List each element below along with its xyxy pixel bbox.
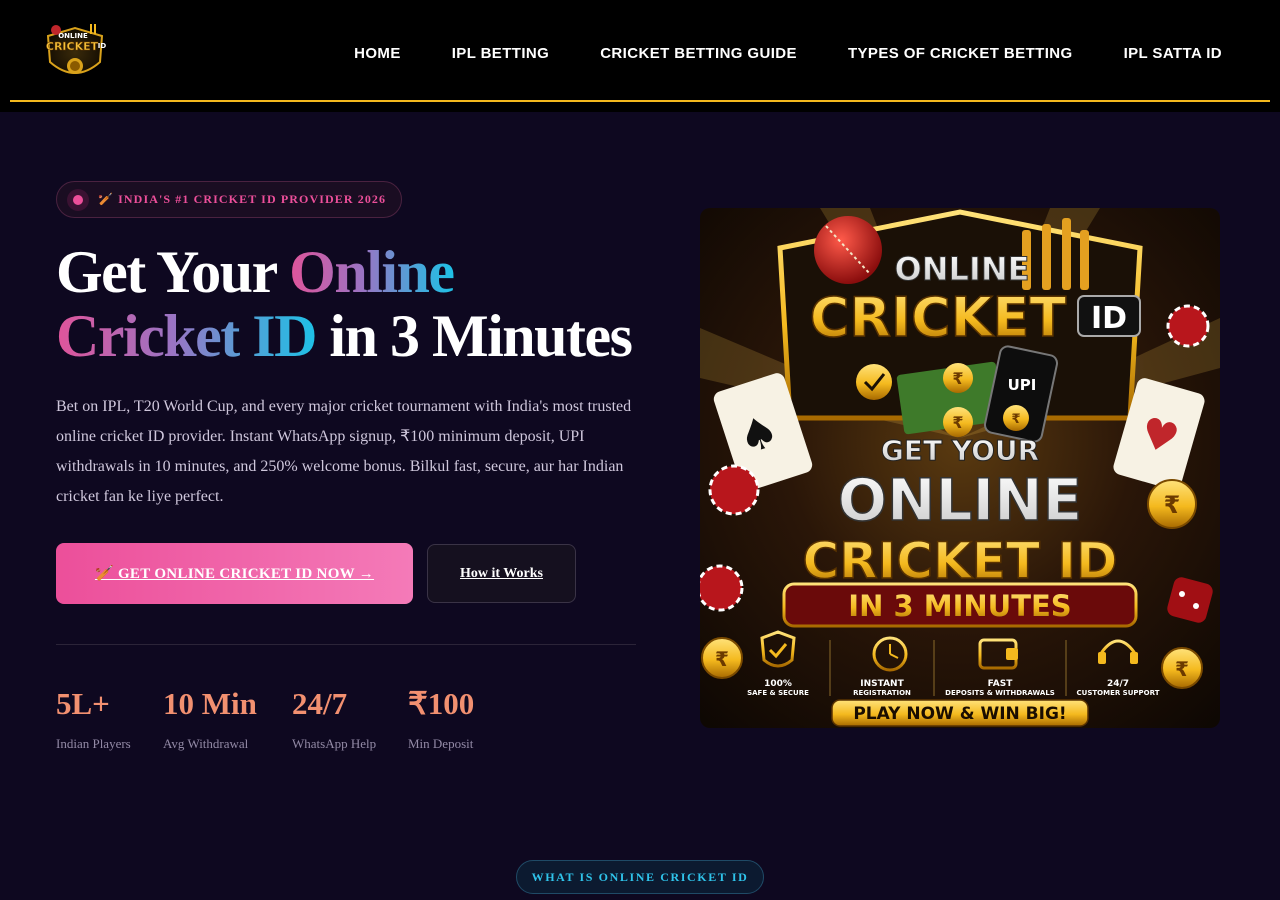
feature-safe-secure: 100% SAFE & SECURE xyxy=(747,630,809,697)
svg-text:CRICKET: CRICKET xyxy=(810,286,1067,349)
poker-chip-icon xyxy=(700,564,744,612)
svg-text:UPI: UPI xyxy=(1008,376,1037,394)
svg-text:ID: ID xyxy=(98,42,107,50)
feature-fast-transactions: FAST DEPOSITS & WITHDRAWALS xyxy=(945,638,1055,697)
hero-badge: 🏏 INDIA'S #1 CRICKET ID PROVIDER 2026 xyxy=(56,181,403,218)
stat-label: Avg Withdrawal xyxy=(163,736,249,751)
promo-graphic: ONLINE CRICKET ID ₹ ₹ UPI ₹ ♠ ♥ ₹ ₹ ₹ GE… xyxy=(700,208,1220,727)
shield-check-icon xyxy=(760,630,796,668)
site-logo[interactable]: ONLINE CRICKET ID xyxy=(38,22,112,84)
stat-value: ₹100 xyxy=(408,686,475,721)
svg-text:24/7: 24/7 xyxy=(1107,679,1129,689)
hero-promo-image: ONLINE CRICKET ID ₹ ₹ UPI ₹ ♠ ♥ ₹ ₹ ₹ GE… xyxy=(700,208,1220,728)
stat-value: 24/7 xyxy=(292,686,348,721)
headline-part-2: in 3 Minutes xyxy=(315,303,633,369)
svg-text:CUSTOMER SUPPORT: CUSTOMER SUPPORT xyxy=(1077,689,1160,697)
nav-ipl-satta-id[interactable]: IPL SATTA ID xyxy=(1124,45,1222,62)
hero-description: Bet on IPL, T20 World Cup, and every maj… xyxy=(56,398,632,505)
svg-text:ID: ID xyxy=(1091,301,1127,336)
svg-text:₹: ₹ xyxy=(1175,657,1189,681)
svg-text:ONLINE: ONLINE xyxy=(838,466,1083,534)
main-nav: HOME IPL BETTING CRICKET BETTING GUIDE T… xyxy=(354,45,1222,62)
svg-text:REGISTRATION: REGISTRATION xyxy=(853,689,911,697)
header-divider xyxy=(10,100,1270,102)
section-label-what-is: WHAT IS ONLINE CRICKET ID xyxy=(516,860,764,894)
svg-text:ONLINE: ONLINE xyxy=(58,32,88,40)
nav-home[interactable]: HOME xyxy=(354,45,401,62)
poker-chip-icon xyxy=(708,464,760,516)
svg-text:DEPOSITS & WITHDRAWALS: DEPOSITS & WITHDRAWALS xyxy=(945,689,1055,697)
pulse-dot-icon xyxy=(67,188,89,211)
svg-text:100%: 100% xyxy=(764,679,792,689)
stat-label: WhatsApp Help xyxy=(292,736,377,751)
stats-divider xyxy=(56,644,636,645)
nav-types-of-cricket-betting[interactable]: TYPES OF CRICKET BETTING xyxy=(848,45,1073,62)
svg-text:₹: ₹ xyxy=(952,413,963,432)
svg-text:₹: ₹ xyxy=(1164,491,1181,519)
stat-whatsapp: 24/7 WhatsApp Help xyxy=(292,686,376,752)
how-it-works-button[interactable]: How it Works xyxy=(427,544,576,603)
stat-value: 5L+ xyxy=(56,686,110,721)
svg-text:CRICKET ID: CRICKET ID xyxy=(802,532,1117,590)
svg-text:PLAY NOW & WIN BIG!: PLAY NOW & WIN BIG! xyxy=(853,704,1066,724)
svg-text:₹: ₹ xyxy=(1011,412,1020,427)
svg-text:INSTANT: INSTANT xyxy=(860,679,904,689)
poker-chip-icon xyxy=(1166,304,1210,348)
nav-cricket-betting-guide[interactable]: CRICKET BETTING GUIDE xyxy=(600,45,797,62)
check-coin-icon xyxy=(856,364,892,400)
svg-text:ONLINE: ONLINE xyxy=(895,250,1030,288)
stat-value: 10 Min xyxy=(163,686,257,721)
nav-ipl-betting[interactable]: IPL BETTING xyxy=(452,45,549,62)
svg-text:GET YOUR: GET YOUR xyxy=(881,434,1039,467)
stat-label: Indian Players xyxy=(56,736,131,751)
stat-label: Min Deposit xyxy=(408,736,474,751)
svg-text:IN 3 MINUTES: IN 3 MINUTES xyxy=(848,589,1071,623)
svg-text:FAST: FAST xyxy=(988,679,1014,689)
feature-instant-registration: INSTANT REGISTRATION xyxy=(853,636,911,697)
stat-withdrawal: 10 Min Avg Withdrawal xyxy=(163,686,257,752)
get-cricket-id-button[interactable]: 🏏 GET ONLINE CRICKET ID NOW → xyxy=(56,543,413,604)
badge-text: 🏏 INDIA'S #1 CRICKET ID PROVIDER 2026 xyxy=(98,192,387,206)
svg-text:SAFE & SECURE: SAFE & SECURE xyxy=(747,689,809,697)
cricket-ball-icon xyxy=(814,216,882,284)
feature-customer-support: 24/7 CUSTOMER SUPPORT xyxy=(1077,639,1160,697)
svg-text:₹: ₹ xyxy=(952,369,963,388)
headline-highlight-1: Online xyxy=(289,239,455,305)
dice-icon xyxy=(1167,577,1213,623)
stat-min-deposit: ₹100 Min Deposit xyxy=(408,686,474,752)
svg-text:₹: ₹ xyxy=(715,647,729,671)
site-header: ONLINE CRICKET ID HOME IPL BETTING CRICK… xyxy=(0,0,1280,112)
headline-highlight-2: Cricket ID xyxy=(56,303,317,369)
svg-text:CRICKET: CRICKET xyxy=(46,40,99,53)
hero-headline: Get Your Online Cricket ID in 3 Minutes xyxy=(56,240,656,368)
headset-icon xyxy=(1100,639,1136,660)
headline-part-1: Get Your xyxy=(56,239,290,305)
stat-players: 5L+ Indian Players xyxy=(56,686,131,752)
